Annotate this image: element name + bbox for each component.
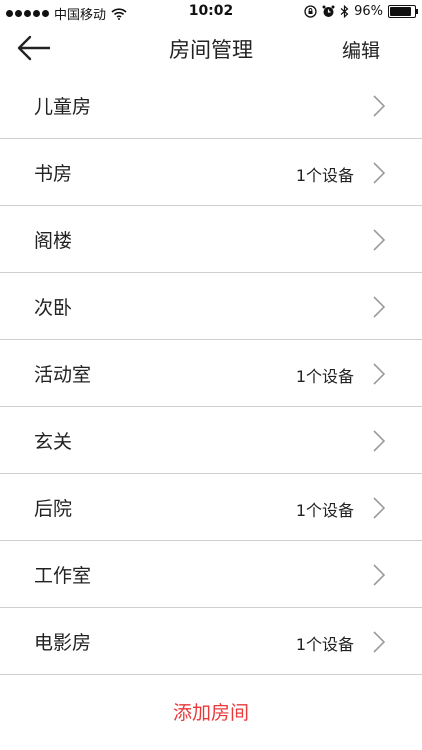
room-row[interactable]: 玄关 [0,407,422,474]
room-row[interactable]: 后院 1个设备 [0,474,422,541]
alarm-icon [322,5,335,17]
room-name: 儿童房 [34,96,92,118]
chevron-right-icon [373,296,386,318]
room-row[interactable]: 电影房 1个设备 [0,608,422,675]
room-row[interactable]: 活动室 1个设备 [0,340,422,407]
room-row[interactable]: 儿童房 [0,72,422,139]
room-row[interactable]: 书房 1个设备 [0,139,422,206]
chevron-right-icon [373,564,386,586]
room-list: 儿童房 书房 1个设备 阁楼 次卧 活动室 1个设备 玄关 后院 1个设备 工作室 电影房 1个设备 [0,72,422,675]
battery-percent: 96% [354,4,383,19]
status-bar: 中国移动 10:02 96% [0,0,422,24]
room-name: 电影房 [34,632,92,654]
status-right: 96% [304,4,418,19]
device-count: 1个设备 [295,367,354,386]
room-row[interactable]: 次卧 [0,273,422,340]
room-name: 活动室 [34,364,92,386]
chevron-right-icon [373,229,386,251]
room-name: 书房 [34,163,73,185]
room-name: 阁楼 [34,230,73,252]
back-button[interactable] [16,34,52,62]
room-name: 玄关 [34,431,73,453]
device-count: 1个设备 [295,166,354,185]
chevron-right-icon [373,430,386,452]
device-count: 1个设备 [295,635,354,654]
nav-bar: 房间管理 编辑 [0,24,422,72]
back-arrow-icon [17,35,50,61]
room-name: 次卧 [34,297,73,319]
edit-button[interactable]: 编辑 [342,36,380,63]
room-row[interactable]: 工作室 [0,541,422,608]
room-row[interactable]: 阁楼 [0,206,422,273]
room-name: 后院 [34,498,73,520]
chevron-right-icon [373,95,386,117]
add-room-button[interactable]: 添加房间 [0,698,422,738]
device-count: 1个设备 [295,501,354,520]
orientation-lock-icon [304,5,317,18]
chevron-right-icon [373,363,386,385]
chevron-right-icon [373,162,386,184]
battery-icon [388,5,418,18]
room-name: 工作室 [34,565,92,587]
bluetooth-icon [340,5,349,18]
chevron-right-icon [373,497,386,519]
chevron-right-icon [373,631,386,653]
